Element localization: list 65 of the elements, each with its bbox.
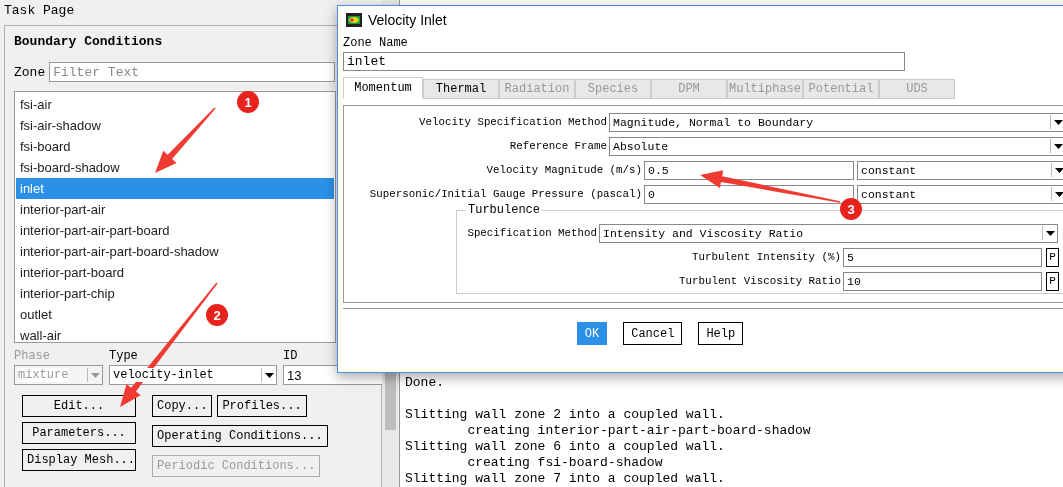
value-field[interactable]: 10 — [843, 271, 1042, 291]
profile-button[interactable]: P — [1046, 271, 1059, 291]
zone-list-item[interactable]: interior-part-air-part-board — [16, 220, 174, 241]
field-label: Zone Name — [342, 35, 409, 50]
zone-list-item[interactable]: fsi-board — [16, 136, 75, 157]
arrow — [155, 107, 216, 173]
panel-button[interactable]: Parameters... — [22, 422, 136, 444]
value-field[interactable]: 0 — [644, 184, 854, 204]
zone-list-item[interactable]: interior-part-air — [16, 199, 110, 220]
dialog-button[interactable]: Cancel — [623, 322, 683, 345]
field-label: Phase — [14, 349, 51, 365]
zone-list-item[interactable]: outlet — [16, 304, 56, 325]
zone-list-item[interactable]: interior-part-chip — [16, 283, 119, 304]
zone-label: Zone — [14, 64, 46, 80]
field-label: Reference Frame — [508, 140, 608, 152]
caret-icon — [264, 372, 274, 378]
value-field[interactable]: 0.5 — [644, 160, 854, 180]
zone-list-item[interactable]: fsi-air-shadow — [16, 115, 105, 136]
zone-list-item[interactable]: fsi-air — [16, 94, 56, 115]
caret-icon — [1053, 143, 1063, 149]
tab[interactable]: Thermal — [423, 79, 499, 99]
dropdown[interactable]: constant — [857, 160, 1063, 180]
field-label: Velocity Specification Method — [418, 116, 608, 128]
dropdown[interactable]: Absolute — [609, 136, 1063, 156]
dropdown[interactable]: velocity-inlet — [109, 365, 277, 385]
panel-button[interactable]: Edit... — [22, 395, 136, 417]
zone-list-item[interactable]: interior-part-board — [16, 262, 129, 283]
caret-icon — [1054, 191, 1063, 197]
zone-list-item[interactable]: wall-air — [16, 325, 66, 342]
profile-button[interactable]: P — [1046, 247, 1059, 267]
caret-icon — [1053, 119, 1063, 125]
field-label: Turbulent Intensity (%) — [690, 251, 842, 263]
panel-title: Task Page — [3, 2, 76, 20]
panel-button[interactable]: Copy... — [152, 395, 213, 417]
caret-icon — [1054, 167, 1063, 173]
field-label: ID — [283, 349, 299, 365]
zone-list-item[interactable]: fsi-board-shadow — [16, 157, 124, 178]
field-label: Specification Method — [466, 227, 598, 239]
caret-icon — [90, 372, 100, 378]
dropdown[interactable]: Intensity and Viscosity Ratio — [599, 223, 1058, 243]
panel-button[interactable]: Display Mesh... — [22, 449, 136, 471]
app-icon — [346, 13, 362, 27]
caret-icon — [1045, 230, 1055, 236]
value-field[interactable]: 5 — [843, 247, 1042, 267]
field-label: Type — [109, 349, 139, 365]
filter-field[interactable]: Filter Text — [49, 62, 336, 82]
dropdown[interactable]: Magnitude, Normal to Boundary — [609, 112, 1063, 132]
console-line: Slitting wall zone 7 into a coupled wall. — [405, 471, 725, 487]
panel-button[interactable]: Operating Conditions... — [152, 425, 328, 447]
dialog-title: Velocity Inlet — [368, 12, 447, 28]
field-label: Turbulent Viscosity Ratio — [678, 275, 842, 287]
dropdown[interactable]: constant — [857, 184, 1063, 204]
console-line: Slitting wall zone 2 into a coupled wall. — [405, 407, 725, 423]
field-label: Velocity Magnitude (m/s) — [485, 164, 643, 176]
console-line: Slitting wall zone 6 into a coupled wall. — [405, 439, 725, 455]
console-line: creating interior-part-air-part-board-shadow — [466, 423, 811, 439]
console-line: creating fsi-board-shadow — [466, 455, 663, 471]
zone-name-field[interactable]: inlet — [343, 52, 905, 71]
section-heading: Boundary Conditions — [14, 34, 163, 49]
field-label: Supersonic/Initial Gauge Pressure (pascal) — [368, 188, 643, 200]
panel-button[interactable]: Profiles... — [217, 395, 307, 417]
tab[interactable]: Momentum — [343, 77, 423, 99]
dialog-button[interactable]: Help — [698, 322, 744, 345]
console-line: Done. — [405, 375, 444, 391]
zone-list-item[interactable]: interior-part-air-part-board-shadow — [16, 241, 223, 262]
